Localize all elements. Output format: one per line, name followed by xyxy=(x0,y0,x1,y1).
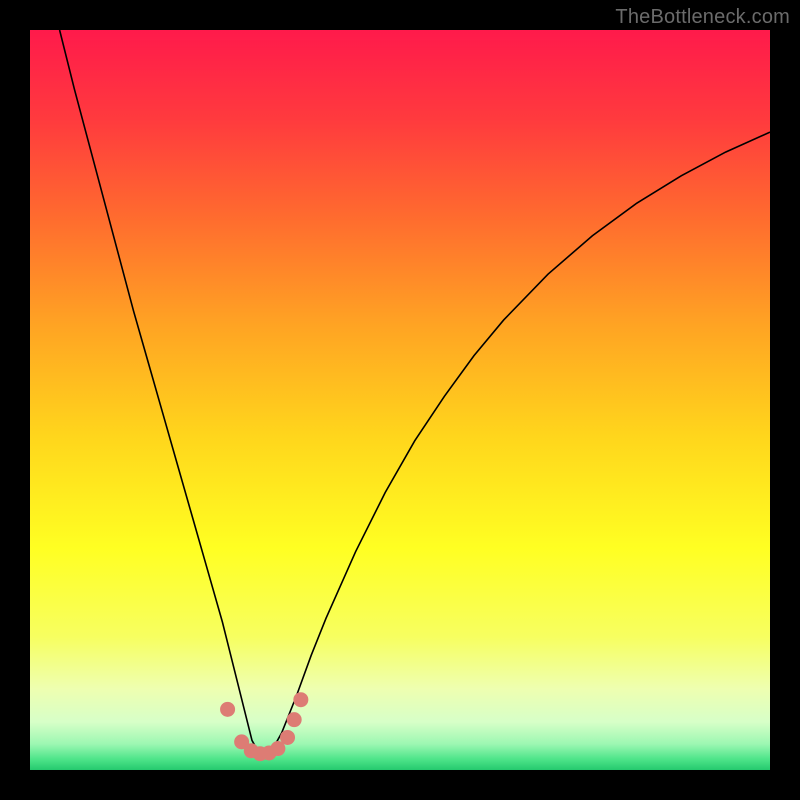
marker-dot xyxy=(220,702,235,717)
plot-area xyxy=(30,30,770,770)
watermark-text: TheBottleneck.com xyxy=(615,6,790,29)
marker-dot xyxy=(293,692,308,707)
gradient-background xyxy=(30,30,770,770)
marker-dot xyxy=(287,712,302,727)
outer-frame: TheBottleneck.com xyxy=(0,0,800,800)
chart-svg xyxy=(30,30,770,770)
marker-dot xyxy=(280,730,295,745)
